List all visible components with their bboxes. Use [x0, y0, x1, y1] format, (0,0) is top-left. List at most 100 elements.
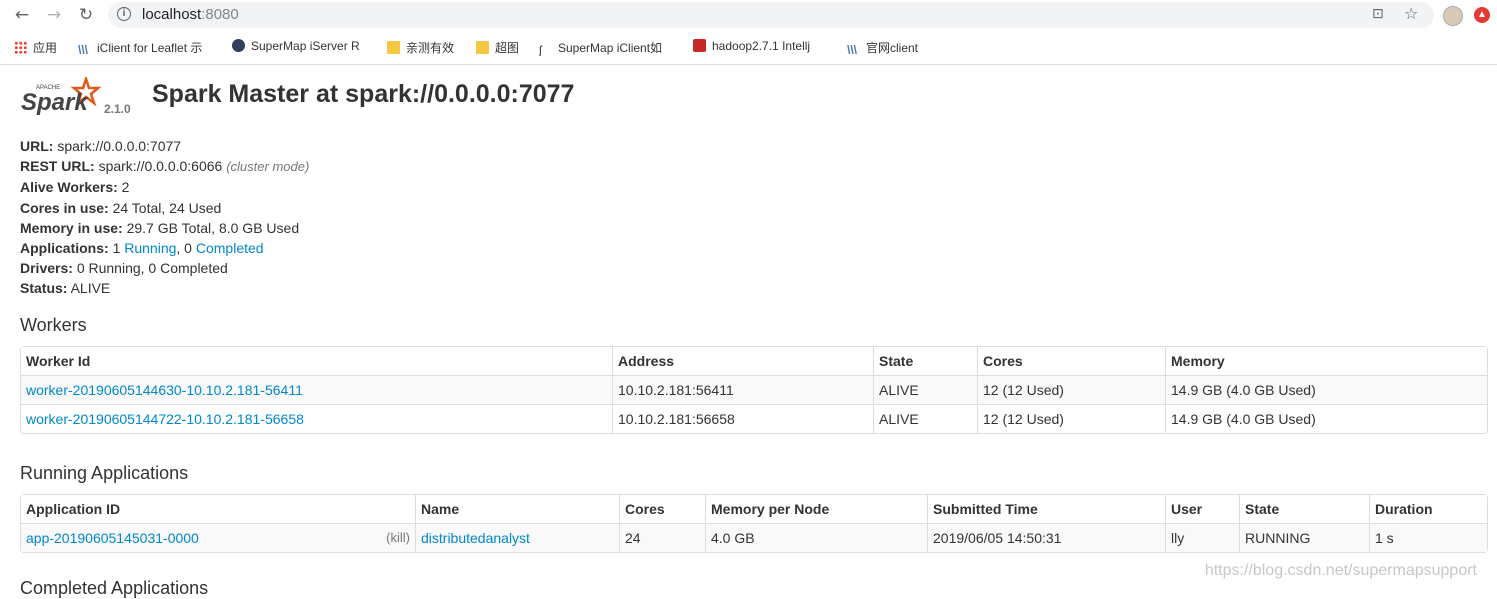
- apps-grid-icon: [14, 41, 27, 54]
- alive-workers-label: Alive Workers:: [20, 179, 118, 196]
- worker-state: ALIVE: [873, 404, 977, 433]
- bookmark-supermap-iclient[interactable]: ʃ SuperMap iClient如: [539, 39, 675, 56]
- app-cores: 24: [619, 523, 705, 552]
- url-port: :8080: [201, 6, 239, 23]
- worker-memory: 14.9 GB (4.0 GB Used): [1165, 404, 1487, 433]
- bookmark-tested[interactable]: 亲测有效: [387, 39, 454, 56]
- worker-state: ALIVE: [873, 375, 977, 404]
- worker-link[interactable]: worker-20190605144630-10.10.2.181-56411: [26, 382, 303, 398]
- app-state: RUNNING: [1239, 523, 1369, 552]
- summary-memory: Memory in use: 29.7 GB Total, 8.0 GB Use…: [20, 218, 309, 238]
- cores-label: Cores in use:: [20, 199, 109, 216]
- running-apps-title[interactable]: Running Applications: [20, 463, 188, 484]
- workers-table: Worker Id Address State Cores Memory wor…: [20, 346, 1488, 434]
- col-worker-id[interactable]: Worker Id: [21, 347, 612, 375]
- browser-toolbar: ← → ↻ i localhost:8080 ⊡ ☆ ▲: [0, 0, 1497, 31]
- col-cores[interactable]: Cores: [619, 495, 705, 523]
- application-link[interactable]: app-20190605145031-0000: [26, 530, 199, 546]
- col-user[interactable]: User: [1165, 495, 1239, 523]
- page-title: Spark Master at spark://0.0.0.0:7077: [152, 80, 575, 108]
- status-label: Status:: [20, 280, 68, 297]
- wave-icon: \\\: [847, 43, 858, 56]
- drivers-value: 0 Running, 0 Completed: [76, 260, 228, 277]
- worker-link[interactable]: worker-20190605144722-10.10.2.181-56658: [26, 411, 304, 427]
- worker-address: 10.10.2.181:56658: [612, 404, 873, 433]
- logo-spark-text: Spark: [21, 89, 89, 116]
- csdn-icon: [693, 39, 706, 52]
- bookmark-supermap-folder[interactable]: 超图: [476, 39, 519, 56]
- forward-icon[interactable]: →: [43, 4, 65, 26]
- completed-apps-link[interactable]: Completed: [196, 240, 264, 256]
- reload-icon[interactable]: ↻: [75, 4, 97, 26]
- col-address[interactable]: Address: [612, 347, 873, 375]
- completed-apps-title[interactable]: Completed Applications: [20, 578, 208, 599]
- bookmarks-bar: 应用 \\\ iClient for Leaflet 示 SuperMap iSe…: [0, 35, 1497, 59]
- address-url[interactable]: localhost:8080: [142, 6, 239, 23]
- summary-cores: Cores in use: 24 Total, 24 Used: [20, 198, 309, 218]
- col-duration[interactable]: Duration: [1369, 495, 1487, 523]
- worker-address: 10.10.2.181:56411: [612, 375, 873, 404]
- rest-mode-note: (cluster mode): [226, 159, 310, 175]
- col-cores[interactable]: Cores: [977, 347, 1165, 375]
- cores-value: 24 Total, 24 Used: [112, 199, 222, 216]
- bookmark-label: hadoop2.7.1 Intellj: [712, 39, 811, 53]
- wave-icon: \\\: [78, 43, 89, 56]
- site-info-icon[interactable]: i: [117, 7, 131, 21]
- spark-version: 2.1.0: [104, 102, 131, 116]
- url-label: URL:: [20, 138, 54, 154]
- summary-rest-url: REST URL: spark://0.0.0.0:6066 (cluster …: [20, 156, 309, 177]
- globe-icon: [232, 39, 245, 52]
- bookmark-iclient-leaflet[interactable]: \\\ iClient for Leaflet 示: [78, 39, 215, 56]
- apps-completed-count: , 0: [176, 240, 192, 257]
- workers-title[interactable]: Workers: [20, 315, 87, 336]
- col-name[interactable]: Name: [415, 495, 619, 523]
- cluster-summary: URL: spark://0.0.0.0:7077 REST URL: spar…: [20, 136, 309, 299]
- spark-logo[interactable]: APACHE Spark: [20, 77, 105, 121]
- kill-link[interactable]: (kill): [386, 530, 410, 545]
- table-row: app-20190605145031-0000 (kill) distribute…: [21, 523, 1487, 552]
- alive-workers-value: 2: [121, 179, 130, 196]
- bookmark-label: 官网client: [866, 41, 919, 55]
- bookmark-supermap-iserver[interactable]: SuperMap iServer R: [232, 39, 370, 53]
- app-memory-per-node: 4.0 GB: [705, 523, 927, 552]
- worker-memory: 14.9 GB (4.0 GB Used): [1165, 375, 1487, 404]
- address-bar[interactable]: i localhost:8080: [108, 2, 1434, 28]
- bookmark-hadoop[interactable]: hadoop2.7.1 Intellj: [693, 39, 829, 53]
- browser-chrome: ← → ↻ i localhost:8080 ⊡ ☆ ▲ 应用 \\\ iClie…: [0, 0, 1497, 65]
- bookmark-apps[interactable]: 应用: [14, 39, 57, 56]
- running-apps-header-row: Application ID Name Cores Memory per Nod…: [21, 495, 1487, 523]
- memory-value: 29.7 GB Total, 8.0 GB Used: [126, 219, 300, 236]
- col-state[interactable]: State: [873, 347, 977, 375]
- summary-applications: Applications: 1 Running, 0 Completed: [20, 238, 309, 258]
- summary-drivers: Drivers: 0 Running, 0 Completed: [20, 258, 309, 278]
- back-icon[interactable]: ←: [11, 4, 33, 26]
- status-value: ALIVE: [70, 280, 111, 297]
- bookmark-official-client[interactable]: \\\ 官网client: [847, 39, 918, 56]
- profile-avatar[interactable]: [1443, 6, 1463, 26]
- app-name-link[interactable]: distributedanalyst: [421, 530, 530, 546]
- extension-icon[interactable]: ▲: [1474, 7, 1490, 23]
- folder-icon: [387, 41, 400, 54]
- url-host: localhost: [142, 6, 202, 23]
- running-apps-table: Application ID Name Cores Memory per Nod…: [20, 494, 1488, 553]
- summary-status: Status: ALIVE: [20, 278, 309, 298]
- col-memory[interactable]: Memory: [1165, 347, 1487, 375]
- bookmark-label: iClient for Leaflet 示: [97, 41, 203, 55]
- col-application-id[interactable]: Application ID: [21, 495, 415, 523]
- applications-label: Applications:: [20, 240, 109, 257]
- translate-icon[interactable]: ⊡: [1372, 6, 1384, 22]
- col-state[interactable]: State: [1239, 495, 1369, 523]
- app-submitted-time: 2019/06/05 14:50:31: [927, 523, 1165, 552]
- summary-url: URL: spark://0.0.0.0:7077: [20, 136, 309, 156]
- workers-header-row: Worker Id Address State Cores Memory: [21, 347, 1487, 375]
- bookmark-label: SuperMap iServer R: [251, 39, 360, 53]
- col-memory-per-node[interactable]: Memory per Node: [705, 495, 927, 523]
- bookmark-label: 亲测有效: [406, 41, 455, 55]
- watermark: https://blog.csdn.net/supermapsupport: [1204, 562, 1477, 579]
- col-submitted-time[interactable]: Submitted Time: [927, 495, 1165, 523]
- running-apps-link[interactable]: Running: [124, 240, 176, 256]
- app-user: lly: [1165, 523, 1239, 552]
- bookmark-star-icon[interactable]: ☆: [1404, 4, 1418, 23]
- folder-icon: [476, 41, 489, 54]
- apps-running-count: 1: [112, 240, 121, 257]
